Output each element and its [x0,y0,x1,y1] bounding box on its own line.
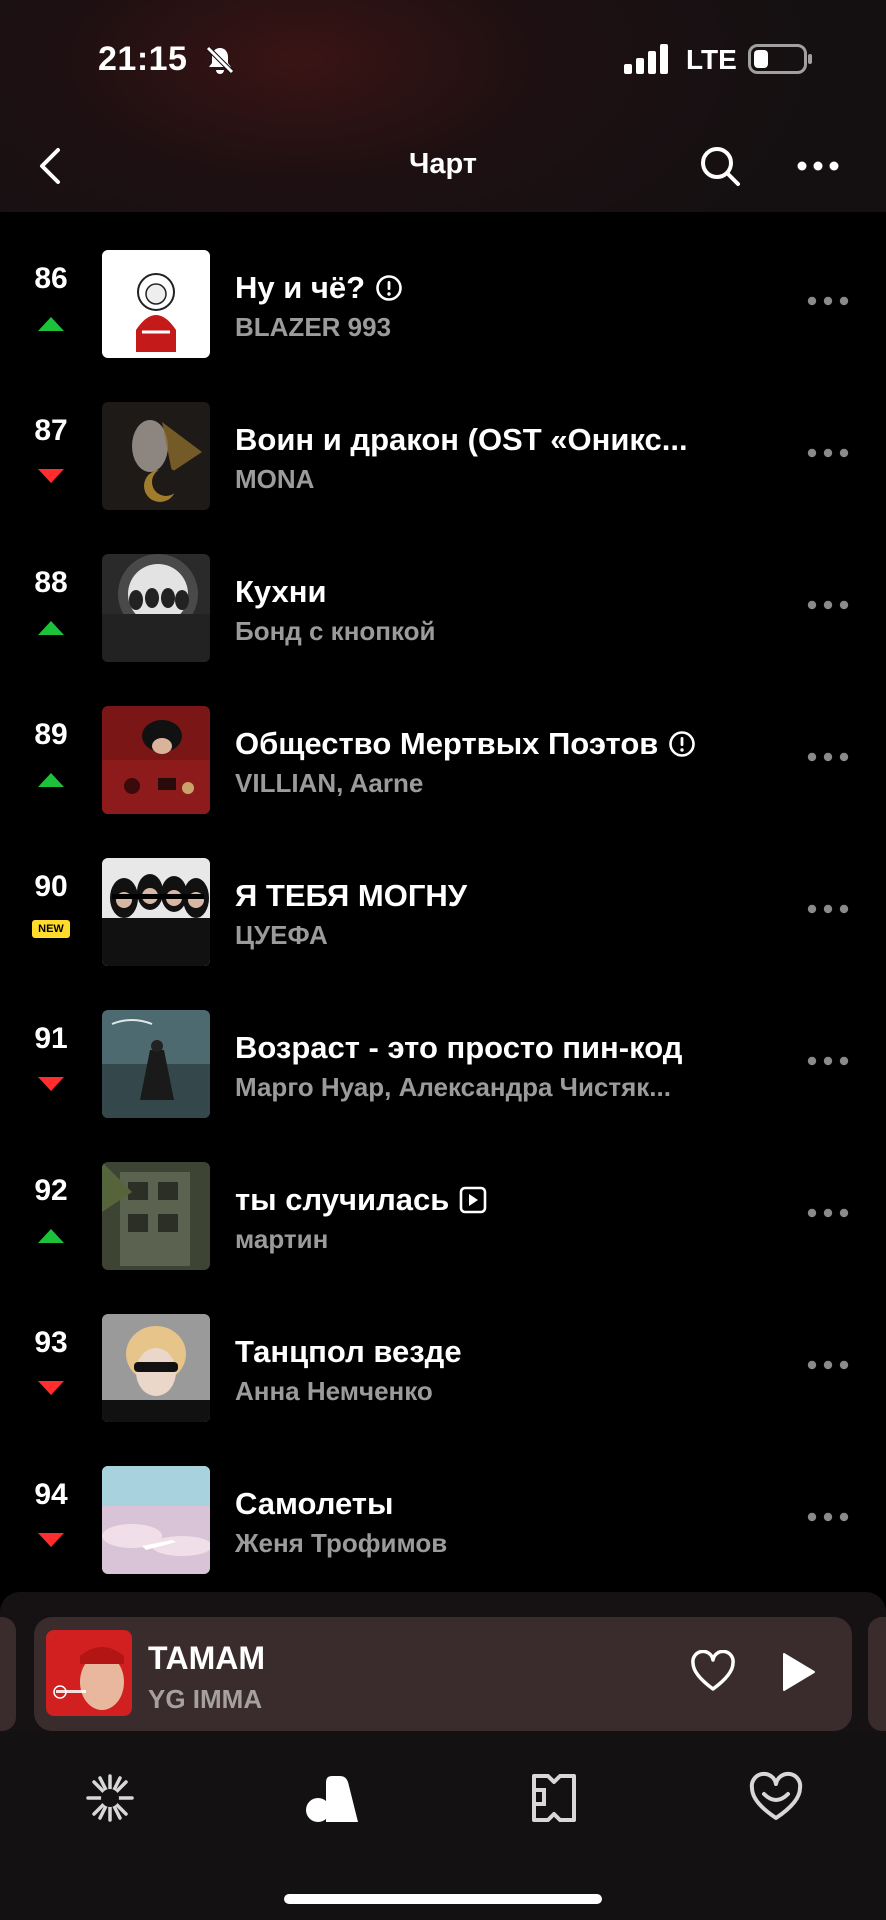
track-title-text: Я ТЕБЯ МОГНУ [235,877,468,913]
play-icon[interactable] [780,1652,816,1692]
track-more-icon[interactable] [804,1510,852,1524]
track-more-icon[interactable] [804,902,852,916]
track-title: ты случилась [235,1180,705,1218]
trend-up-icon [38,621,64,635]
track-title-text: Воин и дракон (OST «Оникс... [235,421,688,457]
track-artist: мартин [235,1224,329,1254]
more-icon[interactable] [794,150,842,182]
album-cover [102,554,210,662]
album-cover [102,250,210,358]
album-cover [102,402,210,510]
track-artist: ЦУЕФА [235,920,328,950]
track-title: Кухни [235,572,705,610]
track-title-text: Самолеты [235,1485,394,1521]
track-more-icon[interactable] [804,750,852,764]
network-label: LTE [686,44,737,75]
track-rank: 86 [34,262,68,295]
track-title-text: Общество Мертвых Поэтов [235,725,659,761]
trend-up-icon [38,773,64,787]
track-more-icon[interactable] [804,1206,852,1220]
bell-muted-icon [206,46,234,74]
search-icon[interactable] [698,144,742,188]
home-indicator [284,1894,602,1904]
signal-icon [624,44,668,74]
trend-down-icon [38,1533,64,1547]
track-row[interactable]: 89 Общество Мертвых Поэтов VILLIAN, Aarne [0,668,886,820]
trend-down-icon [38,1077,64,1091]
track-more-icon[interactable] [804,1358,852,1372]
track-rank: 94 [34,1478,68,1511]
track-rank: 87 [34,414,68,447]
album-cover [102,1162,210,1270]
wave-tab-icon[interactable] [80,1768,140,1828]
track-row[interactable]: 94 Самолеты Женя Трофимов [0,1428,886,1580]
explicit-icon [375,274,403,302]
track-artist: Марго Нуар, Александра Чистяк... [235,1072,671,1102]
track-title-text: Кухни [235,573,327,609]
player-cover [46,1630,132,1716]
track-artist: MONA [235,464,315,494]
track-artist: Анна Немченко [235,1376,433,1406]
track-rank: 93 [34,1326,68,1359]
album-cover [102,1314,210,1422]
player-track-artist: YG IMMA [148,1684,263,1714]
status-time: 21:15 [98,40,188,78]
favorites-tab-icon[interactable] [746,1768,806,1828]
track-title: Я ТЕБЯ МОГНУ [235,876,705,914]
player-track-title: ТАМАМ [148,1640,266,1676]
page-title: Чарт [408,148,478,180]
album-cover [102,858,210,966]
track-row[interactable]: 92 ты случилась мартин [0,1124,886,1276]
podcasts-tab-icon[interactable] [524,1768,584,1828]
track-row[interactable]: 87 Воин и дракон (OST «Оникс... MONA [0,364,886,516]
track-title-text: ты случилась [235,1181,450,1217]
album-cover [102,1010,210,1118]
track-rank: 89 [34,718,68,751]
album-cover [102,1466,210,1574]
trend-up-icon [38,317,64,331]
track-title-text: Танцпол везде [235,1333,462,1369]
previous-track-peek[interactable] [0,1617,16,1731]
track-row[interactable]: 90 NEW Я ТЕБЯ МОГНУ ЦУЕФА [0,820,886,972]
trend-up-icon [38,1229,64,1243]
track-row[interactable]: 93 Танцпол везде Анна Немченко [0,1276,886,1428]
track-title: Воин и дракон (OST «Оникс... [235,420,705,458]
battery-icon [748,44,812,74]
new-badge: NEW [32,920,70,938]
collection-tab-icon[interactable] [302,1768,362,1828]
track-title: Ну и чё? [235,268,705,306]
track-artist: BLAZER 993 [235,312,392,342]
track-title: Возраст - это просто пин-код [235,1028,705,1066]
track-more-icon[interactable] [804,446,852,460]
track-row[interactable]: 91 Возраст - это просто пин-код Марго Нуар… [0,972,886,1124]
track-title-text: Ну и чё? [235,269,366,305]
track-rank: 91 [34,1022,68,1055]
track-more-icon[interactable] [804,294,852,308]
track-artist: Женя Трофимов [235,1528,448,1558]
trend-down-icon [38,1381,64,1395]
track-artist: VILLIAN, Aarne [235,768,424,798]
next-track-peek[interactable] [868,1617,886,1731]
track-row[interactable]: 86 Ну и чё? BLAZER 993 [0,212,886,364]
track-more-icon[interactable] [804,1054,852,1068]
explicit-icon [668,730,696,758]
trend-down-icon [38,469,64,483]
track-title: Танцпол везде [235,1332,705,1370]
track-rank: 88 [34,566,68,599]
video-icon [459,1186,487,1214]
track-title: Общество Мертвых Поэтов [235,724,705,762]
track-artist: Бонд с кнопкой [235,616,436,646]
like-icon[interactable] [690,1650,736,1692]
track-row[interactable]: 88 Кухни Бонд с кнопкой [0,516,886,668]
album-cover [102,706,210,814]
track-title: Самолеты [235,1484,705,1522]
track-rank: 90 [34,870,68,903]
track-more-icon[interactable] [804,598,852,612]
track-rank: 92 [34,1174,68,1207]
status-bar: 21:15 LTE [0,0,886,120]
track-title-text: Возраст - это просто пин-код [235,1029,683,1065]
